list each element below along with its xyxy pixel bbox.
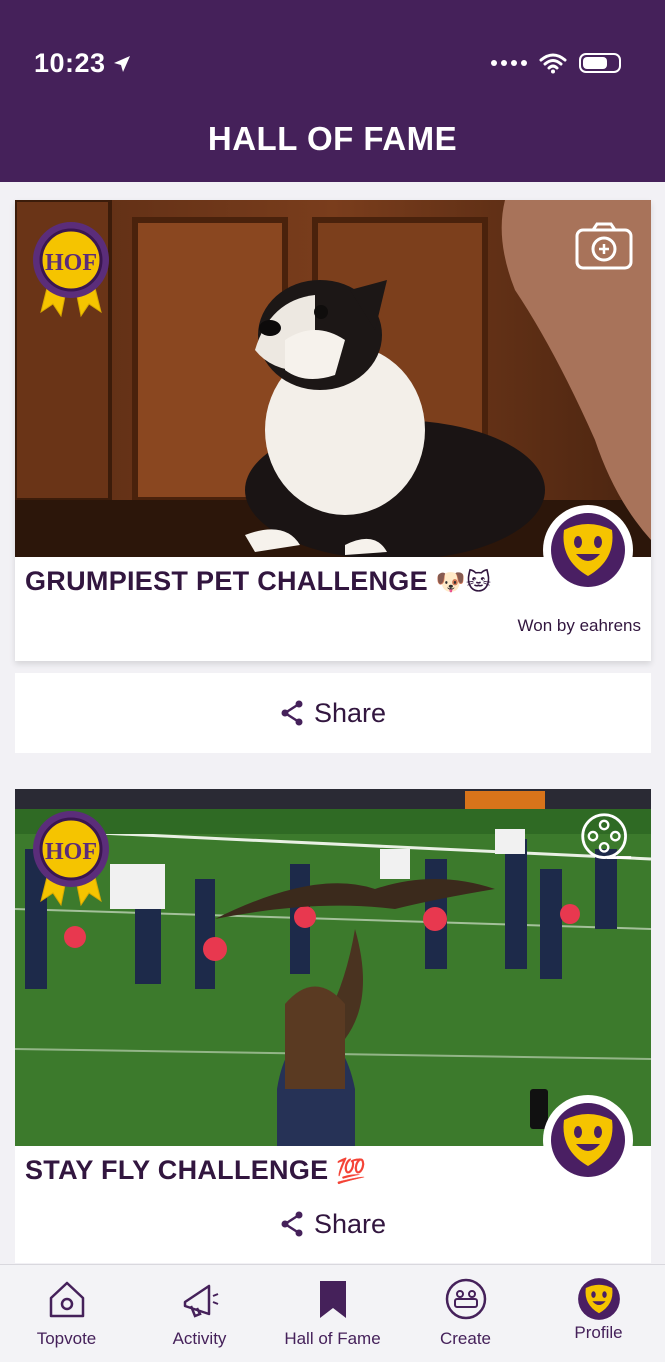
share-icon	[281, 700, 303, 726]
status-indicators	[491, 52, 621, 74]
wifi-icon	[539, 53, 567, 74]
hof-ribbon-icon: HOF	[33, 811, 109, 907]
challenge-title: GRUMPIEST PET CHALLENGE 🐶🐱	[25, 566, 492, 596]
challenge-photo-football[interactable]: HOF	[15, 789, 651, 1146]
megaphone-icon	[183, 1284, 218, 1318]
winner-avatar[interactable]	[543, 505, 633, 595]
status-time: 10:23	[34, 48, 132, 79]
challenge-photo-dog[interactable]: HOF	[15, 200, 651, 557]
share-label: Share	[313, 1208, 387, 1239]
signal-dots-icon	[491, 60, 527, 66]
battery-icon	[579, 53, 621, 73]
share-button[interactable]: Share	[15, 673, 651, 753]
location-arrow-icon	[113, 55, 130, 72]
share-icon	[281, 1211, 303, 1237]
tab-label: Create	[439, 1329, 492, 1348]
house-icon	[49, 1281, 84, 1318]
tab-label: Hall of Fame	[284, 1329, 381, 1348]
hof-card[interactable]: HOF GRUMPIEST PET CHALLENGE 🐶🐱 Won by ea…	[15, 200, 651, 661]
challenge-emojis: 💯	[336, 1158, 367, 1185]
screen: 10:23 HALL OF FAME HOF GRUMPIEST PET CHA…	[0, 0, 665, 1362]
share-label: Share	[313, 697, 387, 728]
winner-label: Won by eahrens	[517, 616, 641, 635]
hof-card[interactable]: HOF STAY FLY CHALLENGE 💯	[15, 789, 651, 1199]
app-header: 10:23 HALL OF FAME	[0, 0, 665, 182]
tab-create[interactable]: Create	[399, 1265, 532, 1362]
tab-label: Topvote	[36, 1329, 97, 1348]
tab-label: Profile	[574, 1323, 623, 1342]
tab-topvote[interactable]: Topvote	[0, 1265, 133, 1362]
bottom-tab-bar: Topvote Activity Hall of Fame Create Pro…	[0, 1264, 665, 1362]
tab-profile[interactable]: Profile	[532, 1265, 665, 1362]
camera-icon[interactable]	[575, 222, 633, 270]
page-title: HALL OF FAME	[207, 120, 458, 157]
film-reel-icon[interactable]	[579, 811, 633, 865]
challenge-emojis: 🐶🐱	[435, 569, 492, 596]
winner-avatar[interactable]	[543, 1095, 633, 1185]
tab-activity[interactable]: Activity	[133, 1265, 266, 1362]
tab-label: Activity	[172, 1329, 227, 1348]
hof-ribbon-icon: HOF	[33, 222, 109, 318]
profile-avatar-icon	[577, 1278, 620, 1320]
tab-hall-of-fame[interactable]: Hall of Fame	[266, 1265, 399, 1362]
create-icon	[445, 1278, 486, 1320]
svg-text:HOF: HOF	[45, 250, 97, 276]
challenge-title: STAY FLY CHALLENGE 💯	[25, 1155, 367, 1185]
face-avatar-icon	[551, 513, 625, 587]
face-avatar-icon	[551, 1103, 625, 1177]
share-button[interactable]: Share	[15, 1185, 651, 1263]
svg-text:HOF: HOF	[45, 839, 97, 865]
bookmark-icon	[319, 1281, 346, 1318]
